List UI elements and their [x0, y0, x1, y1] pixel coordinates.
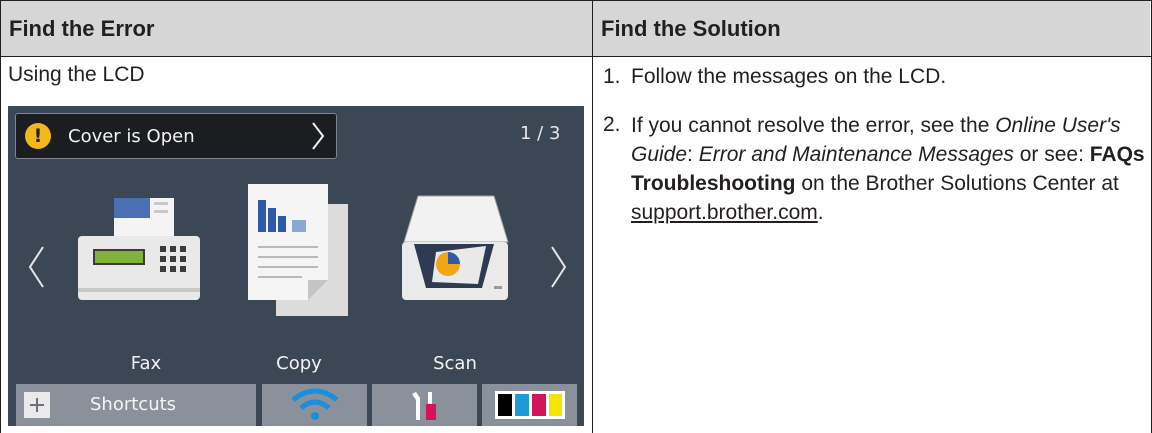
settings-button[interactable] — [372, 384, 477, 426]
shortcuts-button[interactable]: Shortcuts — [16, 384, 256, 426]
step-2: 2. If you cannot resolve the error, see … — [603, 111, 1152, 311]
step-1-number: 1. — [603, 65, 621, 88]
step-1-text: Follow the messages on the LCD. — [631, 65, 947, 88]
step-2-on: on the Brother Solutions Center at — [795, 172, 1119, 195]
header-find-error-label: Find the Error — [9, 16, 155, 41]
header-find-solution-label: Find the Solution — [601, 16, 781, 41]
app-label-fax: Fax — [130, 353, 162, 374]
fax-icon[interactable] — [76, 192, 202, 302]
chevron-right-nav-icon[interactable] — [549, 243, 569, 291]
header-find-error: Find the Error — [1, 1, 592, 56]
wrench-screwdriver-icon — [412, 392, 436, 420]
left-cell-title: Using the LCD — [8, 63, 145, 86]
guide-section: Error and Maintenance Messages — [698, 143, 1014, 166]
step-2-intro: If you cannot resolve the error, see the — [631, 114, 996, 137]
chevron-left-icon[interactable] — [26, 243, 46, 291]
warning-icon: ! — [25, 123, 51, 149]
table-top-border — [0, 0, 1152, 1]
step-2-colon: : — [687, 143, 699, 166]
table-left-border — [0, 0, 1, 433]
header-divider — [0, 56, 1152, 57]
shortcuts-label: Shortcuts — [90, 394, 177, 415]
step-2-or: or see: — [1013, 143, 1090, 166]
support-link[interactable]: support.brother.com — [631, 201, 818, 224]
step-2-number: 2. — [603, 113, 621, 136]
app-label-scan: Scan — [433, 353, 477, 374]
copy-icon[interactable] — [246, 182, 352, 322]
page-indicator: 1 / 3 — [520, 123, 561, 144]
ink-levels-icon — [495, 391, 565, 419]
step-2-text: If you cannot resolve the error, see the… — [631, 111, 1152, 227]
troubleshooting-table: Find the Error Find the Solution Using t… — [0, 0, 1152, 433]
wifi-icon — [291, 388, 339, 420]
header-find-solution: Find the Solution — [593, 1, 1150, 56]
step-2-end: . — [817, 201, 824, 224]
column-divider — [592, 0, 593, 433]
alert-text: Cover is Open — [68, 126, 195, 147]
cover-open-alert-button[interactable]: ! Cover is Open — [15, 113, 337, 159]
wifi-button[interactable] — [262, 384, 367, 426]
plus-icon — [24, 392, 50, 418]
chevron-right-icon — [312, 122, 325, 150]
scan-icon[interactable] — [396, 192, 512, 304]
app-label-copy: Copy — [276, 353, 322, 374]
ink-button[interactable] — [482, 384, 577, 426]
lcd-screen: ! Cover is Open 1 / 3 Fax Copy Scan Shor… — [8, 106, 584, 426]
